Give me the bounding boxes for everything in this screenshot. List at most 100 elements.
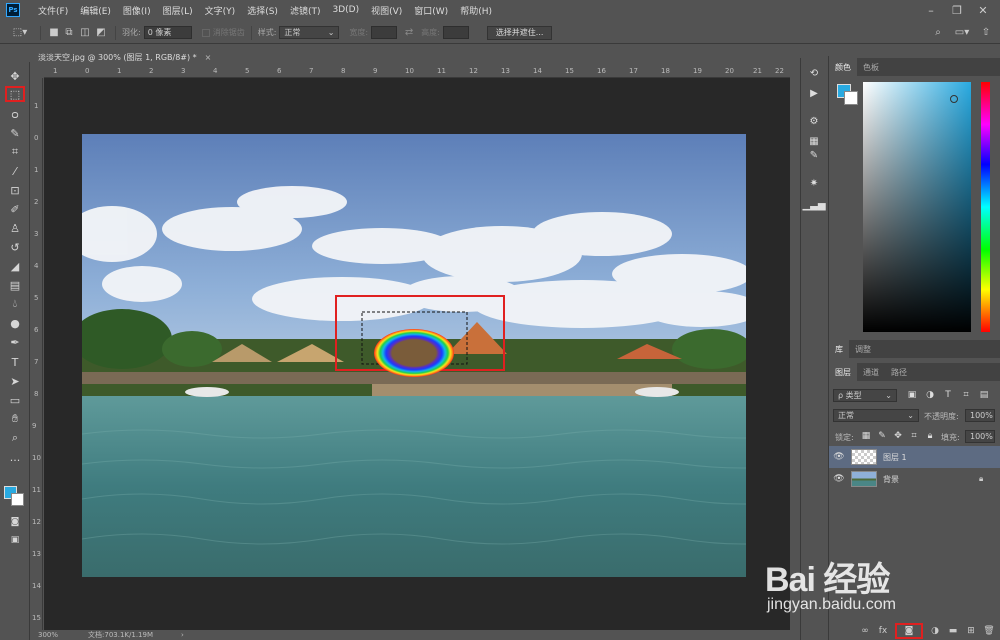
- menu-type[interactable]: 文字(Y): [199, 4, 242, 17]
- tab-channels[interactable]: 通道: [857, 363, 885, 381]
- glyphs-icon[interactable]: ▦: [806, 134, 822, 148]
- brush-tool-icon[interactable]: ✐: [5, 201, 25, 217]
- filter-type-icon[interactable]: T: [943, 390, 953, 400]
- hue-slider[interactable]: [981, 82, 990, 332]
- document-tab[interactable]: 淡淡天空.jpg @ 300% (图层 1, RGB/8#) * ×: [32, 48, 222, 66]
- width-input[interactable]: [371, 26, 398, 39]
- menu-window[interactable]: 窗口(W): [408, 4, 454, 17]
- search-icon[interactable]: ⌕: [930, 26, 946, 40]
- style-label: 样式:: [257, 28, 277, 37]
- select-and-mask-button[interactable]: 选择并遮住...: [486, 25, 553, 40]
- blend-mode-select[interactable]: 正常 ⌄: [833, 409, 919, 422]
- color-picker-field[interactable]: [863, 82, 971, 332]
- background-color-swatch[interactable]: [11, 493, 24, 506]
- lock-all-icon[interactable]: 🔒︎: [925, 431, 935, 441]
- status-arrow-icon[interactable]: ›: [181, 631, 184, 639]
- layer-filter-select[interactable]: ρ 类型 ⌄: [833, 389, 897, 402]
- intersect-selection-icon[interactable]: ◩: [93, 26, 109, 40]
- hand-tool-icon[interactable]: ✋︎: [5, 411, 25, 427]
- ruler-tick: 7: [34, 358, 39, 366]
- eye-icon[interactable]: 👁︎: [829, 474, 849, 484]
- zoom-tool-icon[interactable]: ⌕: [5, 430, 25, 446]
- eyedropper-tool-icon[interactable]: ⁄: [5, 163, 25, 179]
- type-tool-icon[interactable]: T: [5, 354, 25, 370]
- layer-row-background[interactable]: 👁︎ 背景 🔒︎: [829, 468, 1000, 490]
- close-tab-icon[interactable]: ×: [205, 53, 212, 62]
- brush-settings-icon[interactable]: ✎: [806, 148, 822, 162]
- history-brush-tool-icon[interactable]: ↺: [5, 239, 25, 255]
- minimize-icon[interactable]: –: [918, 0, 944, 20]
- fill-input[interactable]: 100%: [965, 430, 995, 443]
- properties-icon[interactable]: ⚙︎: [806, 114, 822, 128]
- tab-adjustments[interactable]: 调整: [849, 340, 877, 358]
- tab-paths[interactable]: 路径: [885, 363, 913, 381]
- fill-label: 填充:: [941, 433, 960, 442]
- panel-background-swatch[interactable]: [844, 91, 858, 105]
- quick-selection-tool-icon[interactable]: ✎: [5, 125, 25, 141]
- add-selection-icon[interactable]: ⧉: [61, 26, 77, 40]
- screen-mode-icon[interactable]: ▣: [5, 532, 25, 548]
- marquee-preset-icon[interactable]: ⬚▾: [6, 26, 34, 40]
- tab-layers[interactable]: 图层: [829, 363, 857, 381]
- workspace-icon[interactable]: ▭▾: [952, 26, 972, 40]
- tab-color[interactable]: 颜色: [829, 58, 857, 76]
- menu-layer[interactable]: 图层(L): [157, 4, 199, 17]
- antialias-checkbox[interactable]: 消除锯齿: [201, 27, 245, 38]
- rectangle-tool-icon[interactable]: ▭: [5, 392, 25, 408]
- menu-filter[interactable]: 滤镜(T): [284, 4, 327, 17]
- actions-play-icon[interactable]: ▶: [806, 86, 822, 100]
- feather-input[interactable]: 0 像素: [143, 26, 192, 39]
- menu-image[interactable]: 图像(I): [117, 4, 157, 17]
- rectangular-marquee-tool-icon[interactable]: ⬚: [5, 86, 25, 102]
- menu-select[interactable]: 选择(S): [241, 4, 284, 17]
- ruler-tick: 13: [501, 67, 510, 75]
- filter-smart-object-icon[interactable]: ▤: [979, 390, 989, 400]
- height-input[interactable]: [442, 26, 469, 39]
- menu-file[interactable]: 文件(F): [32, 4, 74, 17]
- pen-tool-icon[interactable]: ✒: [5, 334, 25, 350]
- share-icon[interactable]: ⇧: [978, 26, 994, 40]
- move-tool-icon[interactable]: ✥: [5, 68, 25, 84]
- layer-row-layer1[interactable]: 👁︎ 图层 1: [829, 446, 1000, 468]
- menu-view[interactable]: 视图(V): [365, 4, 408, 17]
- document-size: 文档:703.1K/1.19M: [88, 631, 153, 639]
- subtract-selection-icon[interactable]: ◫: [77, 26, 93, 40]
- menu-help[interactable]: 帮助(H): [454, 4, 498, 17]
- lock-transparent-icon[interactable]: ▦: [861, 431, 871, 441]
- lock-position-icon[interactable]: ✥: [893, 431, 903, 441]
- restore-icon[interactable]: ❐: [944, 0, 970, 20]
- path-selection-tool-icon[interactable]: ➤: [5, 373, 25, 389]
- photo-image[interactable]: [82, 134, 746, 577]
- menu-edit[interactable]: 编辑(E): [74, 4, 117, 17]
- healing-brush-tool-icon[interactable]: ⊡: [5, 182, 25, 198]
- histogram-icon[interactable]: ▁▃▅: [802, 198, 825, 212]
- lock-artboard-icon[interactable]: ⌗: [909, 431, 919, 441]
- clone-stamp-tool-icon[interactable]: ♙: [5, 220, 25, 236]
- swap-dimensions-icon[interactable]: ⇄: [397, 26, 421, 40]
- new-selection-icon[interactable]: ■: [47, 26, 61, 40]
- zoom-level[interactable]: 300%: [38, 631, 58, 639]
- filter-shape-icon[interactable]: ⌗: [961, 390, 971, 400]
- menu-3d[interactable]: 3D(D): [326, 5, 365, 15]
- tab-swatches[interactable]: 色板: [857, 58, 885, 76]
- blur-tool-icon[interactable]: 💧︎: [5, 296, 25, 312]
- quick-mask-icon[interactable]: ◙: [5, 514, 25, 530]
- more-tools-icon[interactable]: ···: [5, 452, 25, 468]
- dodge-tool-icon[interactable]: ●: [5, 315, 25, 331]
- close-window-icon[interactable]: ✕: [970, 0, 996, 20]
- history-icon[interactable]: ⟲: [806, 66, 822, 80]
- filter-pixel-icon[interactable]: ▣: [907, 390, 917, 400]
- adjustments-icon[interactable]: ✷: [806, 176, 822, 190]
- crop-tool-icon[interactable]: ⌗: [5, 144, 25, 160]
- gradient-tool-icon[interactable]: ▤: [5, 277, 25, 293]
- lock-image-icon[interactable]: ✎: [877, 431, 887, 441]
- lock-label: 锁定:: [835, 433, 854, 442]
- eraser-tool-icon[interactable]: ◢: [5, 258, 25, 274]
- document-canvas[interactable]: [44, 78, 790, 630]
- lasso-tool-icon[interactable]: ᴑ: [5, 106, 25, 122]
- style-select[interactable]: 正常 ⌄: [279, 26, 340, 39]
- eye-icon[interactable]: 👁︎: [829, 452, 849, 462]
- filter-adjustment-icon[interactable]: ◑: [925, 390, 935, 400]
- opacity-input[interactable]: 100%: [965, 409, 995, 422]
- tab-libraries[interactable]: 库: [829, 340, 849, 358]
